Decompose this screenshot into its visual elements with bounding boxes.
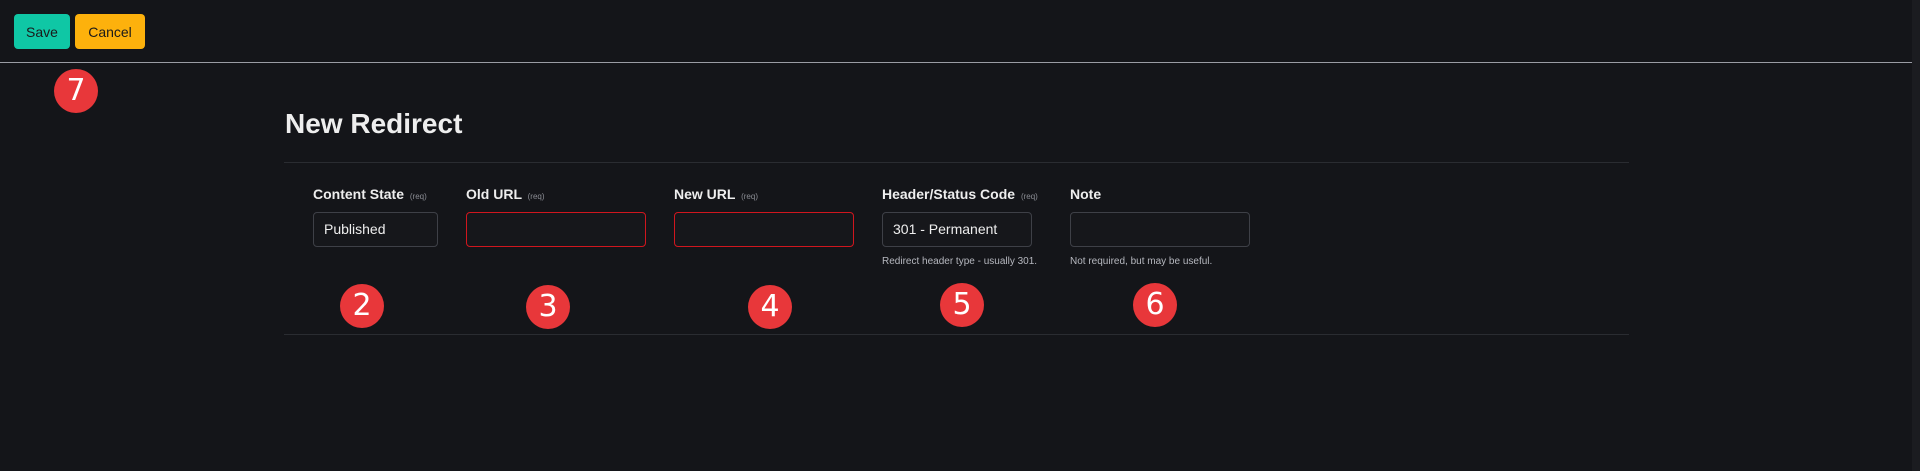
top-divider: [284, 162, 1629, 163]
required-marker: (req): [1020, 192, 1038, 201]
annotation-badge-4: 4: [748, 285, 792, 329]
page: Save Cancel 7 New Redirect Content State…: [0, 0, 1920, 471]
toolbar: Save Cancel: [0, 0, 1912, 63]
new-url-label: New URL (req): [674, 186, 758, 202]
annotation-badge-6: 6: [1133, 283, 1177, 327]
old-url-input[interactable]: [466, 212, 646, 247]
new-url-input[interactable]: [674, 212, 854, 247]
content-state-select[interactable]: Published: [313, 212, 438, 247]
bottom-divider: [284, 334, 1629, 335]
content-state-field: Content State (req) Published: [313, 186, 438, 247]
status-code-select[interactable]: 301 - Permanent: [882, 212, 1032, 247]
cancel-button[interactable]: Cancel: [75, 14, 145, 49]
new-url-field: New URL (req): [674, 186, 854, 247]
annotation-badge-2: 2: [340, 284, 384, 328]
old-url-label: Old URL (req): [466, 186, 545, 202]
scrollbar-track[interactable]: [1912, 0, 1920, 471]
required-marker: (req): [527, 192, 545, 201]
old-url-field: Old URL (req): [466, 186, 646, 247]
note-label: Note: [1070, 186, 1102, 202]
content-state-label: Content State (req): [313, 186, 427, 202]
note-input[interactable]: [1070, 212, 1250, 247]
note-help: Not required, but may be useful.: [1070, 256, 1213, 267]
annotation-badge-5: 5: [940, 283, 984, 327]
status-code-help: Redirect header type - usually 301.: [882, 256, 1038, 267]
annotation-badge-7: 7: [54, 69, 98, 113]
status-code-label: Header/Status Code (req): [882, 186, 1038, 202]
save-button[interactable]: Save: [14, 14, 70, 49]
page-title: New Redirect: [285, 108, 463, 139]
required-marker: (req): [741, 192, 758, 201]
status-code-field: Header/Status Code (req) 301 - Permanent…: [882, 186, 1038, 267]
annotation-badge-3: 3: [526, 285, 570, 329]
required-marker: (req): [409, 192, 427, 201]
note-field: Note Not required, but may be useful.: [1070, 186, 1250, 267]
